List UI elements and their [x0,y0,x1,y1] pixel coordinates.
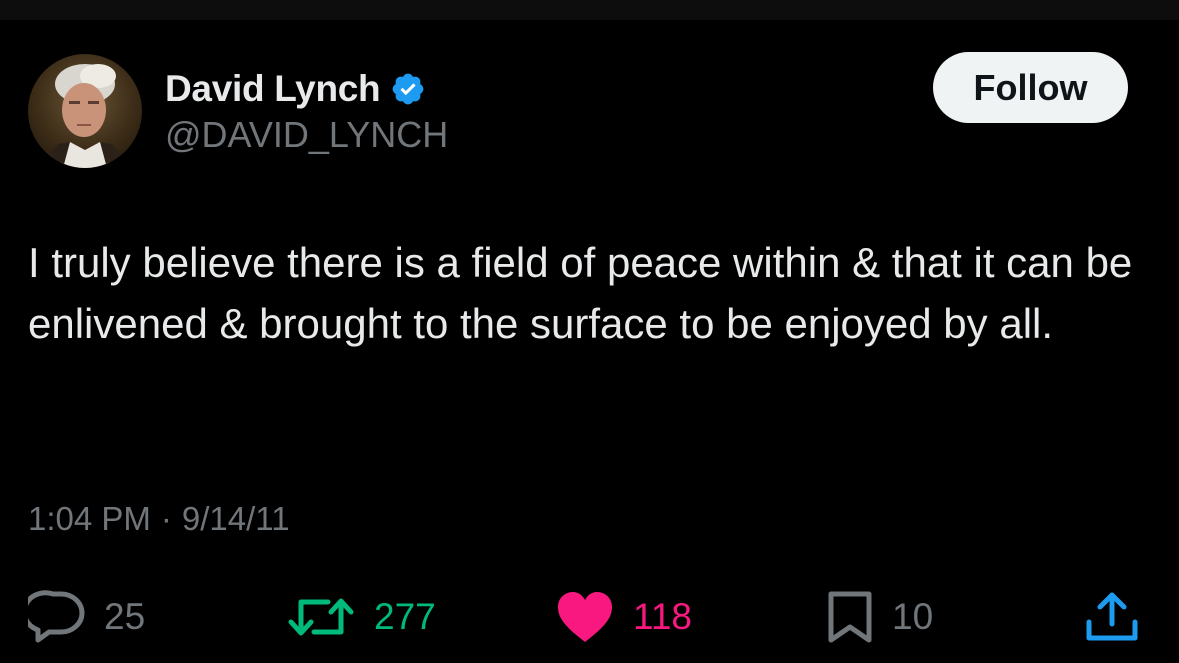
timestamp-separator: · [160,500,172,537]
tweet-text: I truly believe there is a field of peac… [28,239,1133,347]
tweet-time: 1:04 PM [28,500,151,537]
follow-button[interactable]: Follow [933,52,1128,123]
tweet-actions-bar: 25 277 118 10 [0,590,1179,644]
avatar-image [38,64,132,168]
share-button[interactable] [1084,590,1140,644]
tweet-date: 9/14/11 [181,500,290,537]
reply-button[interactable]: 25 [28,590,145,644]
repost-count: 277 [374,596,436,637]
like-count: 118 [633,596,692,637]
share-icon [1084,590,1140,644]
like-button[interactable]: 118 [555,590,692,644]
heart-icon [555,590,615,644]
verified-badge-icon[interactable] [390,71,426,107]
avatar[interactable] [28,54,142,168]
bookmark-button[interactable]: 10 [826,590,933,644]
display-name[interactable]: David Lynch [165,68,381,110]
author-name-row: David Lynch [165,66,426,112]
tweet-timestamp[interactable]: 1:04 PM · 9/14/11 [28,500,290,538]
top-bar [0,0,1179,20]
repost-button[interactable]: 277 [286,590,436,644]
reply-count: 25 [104,596,146,637]
bookmark-count: 10 [892,596,934,637]
author-handle[interactable]: @DAVID_LYNCH [165,114,448,156]
reply-icon [28,590,86,644]
bookmark-icon [826,590,874,644]
repost-icon [286,590,356,644]
